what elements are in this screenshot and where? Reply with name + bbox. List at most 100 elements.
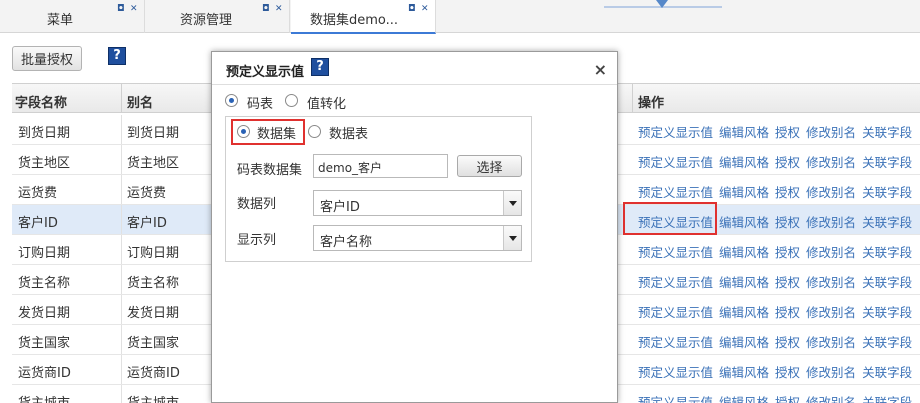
radio-data-table[interactable]	[308, 125, 321, 138]
related-field-link[interactable]: 关联字段	[862, 335, 912, 350]
tab-resource-management[interactable]: 资源管理 ◘ ✕	[145, 0, 290, 33]
edit-style-link[interactable]: 编辑风格	[719, 215, 769, 230]
edit-style-link[interactable]: 编辑风格	[719, 185, 769, 200]
authorize-link[interactable]: 授权	[775, 305, 800, 320]
rename-alias-link[interactable]: 修改别名	[806, 365, 856, 380]
radio-code-table-label: 码表	[247, 97, 274, 112]
related-field-link[interactable]: 关联字段	[862, 275, 912, 290]
data-column-value: 客户ID	[320, 200, 360, 215]
authorize-link[interactable]: 授权	[775, 155, 800, 170]
rename-alias-link[interactable]: 修改别名	[806, 215, 856, 230]
tab-bar: 菜单 ◘ ✕ 资源管理 ◘ ✕ 数据集demo... ◘ ✕	[0, 0, 920, 34]
code-dataset-field[interactable]: demo_客户	[313, 154, 448, 178]
cell-alias: 运货费	[127, 186, 167, 201]
header-field-name: 字段名称	[15, 96, 68, 111]
rename-alias-link[interactable]: 修改别名	[806, 275, 856, 290]
related-field-link[interactable]: 关联字段	[862, 245, 912, 260]
tab-resource-label: 资源管理	[180, 13, 233, 28]
cell-field: 运货费	[18, 186, 58, 201]
radio-value-convert[interactable]	[285, 94, 298, 107]
cell-alias: 运货商ID	[127, 366, 180, 381]
related-field-link[interactable]: 关联字段	[862, 365, 912, 380]
related-field-link[interactable]: 关联字段	[862, 155, 912, 170]
edit-style-link[interactable]: 编辑风格	[719, 125, 769, 140]
rename-alias-link[interactable]: 修改别名	[806, 125, 856, 140]
row-operations: 预定义显示值 编辑风格 授权 修改别名 关联字段	[638, 392, 918, 403]
rename-alias-link[interactable]: 修改别名	[806, 395, 856, 403]
header-operations: 操作	[638, 96, 665, 111]
authorize-link[interactable]: 授权	[775, 245, 800, 260]
edit-style-link[interactable]: 编辑风格	[719, 365, 769, 380]
predefined-display-link[interactable]: 预定义显示值	[638, 125, 713, 140]
column-divider	[121, 205, 122, 234]
predefined-display-link[interactable]: 预定义显示值	[638, 395, 713, 403]
edit-style-link[interactable]: 编辑风格	[719, 305, 769, 320]
tab-menu[interactable]: 菜单 ◘ ✕	[0, 0, 145, 33]
predefined-display-link[interactable]: 预定义显示值	[638, 185, 713, 200]
data-column-select[interactable]: 客户ID	[313, 190, 522, 216]
rename-alias-link[interactable]: 修改别名	[806, 155, 856, 170]
radio-dataset[interactable]	[237, 125, 250, 138]
chevron-down-icon[interactable]	[503, 226, 521, 250]
row-operations: 预定义显示值 编辑风格 授权 修改别名 关联字段	[638, 242, 918, 261]
related-field-link[interactable]: 关联字段	[862, 305, 912, 320]
related-field-link[interactable]: 关联字段	[862, 125, 912, 140]
row-operations: 预定义显示值 编辑风格 授权 修改别名 关联字段	[638, 182, 918, 201]
rename-alias-link[interactable]: 修改别名	[806, 245, 856, 260]
close-icon[interactable]: ×	[594, 60, 607, 79]
authorize-link[interactable]: 授权	[775, 185, 800, 200]
radio-dataset-label: 数据集	[257, 127, 297, 142]
authorize-link[interactable]: 授权	[775, 215, 800, 230]
cell-field: 运货商ID	[18, 366, 71, 381]
authorize-link[interactable]: 授权	[775, 125, 800, 140]
column-divider	[121, 84, 122, 113]
rename-alias-link[interactable]: 修改别名	[806, 185, 856, 200]
tab-dataset-demo[interactable]: 数据集demo... ◘ ✕	[291, 0, 436, 34]
chevron-down-icon[interactable]	[503, 191, 521, 215]
predefined-display-link[interactable]: 预定义显示值	[638, 335, 713, 350]
edit-style-link[interactable]: 编辑风格	[719, 275, 769, 290]
choose-button[interactable]: 选择	[457, 155, 522, 177]
edit-style-link[interactable]: 编辑风格	[719, 155, 769, 170]
authorize-link[interactable]: 授权	[775, 365, 800, 380]
help-icon[interactable]: ?	[108, 47, 126, 65]
predefined-display-link[interactable]: 预定义显示值	[638, 365, 713, 380]
authorize-link[interactable]: 授权	[775, 335, 800, 350]
collapse-toggle[interactable]	[604, 0, 722, 10]
chevron-down-icon	[656, 0, 668, 8]
close-icon[interactable]: ✕	[130, 4, 138, 14]
authorize-link[interactable]: 授权	[775, 275, 800, 290]
cell-field: 客户ID	[18, 216, 58, 231]
rename-alias-link[interactable]: 修改别名	[806, 305, 856, 320]
display-column-label: 显示列	[237, 233, 277, 248]
cell-alias: 货主国家	[127, 336, 180, 351]
predefined-display-link[interactable]: 预定义显示值	[638, 155, 713, 170]
edit-style-link[interactable]: 编辑风格	[719, 335, 769, 350]
display-column-select[interactable]: 客户名称	[313, 225, 522, 251]
restore-icon[interactable]: ◘	[262, 4, 270, 14]
column-divider	[632, 84, 633, 113]
rename-alias-link[interactable]: 修改别名	[806, 335, 856, 350]
column-divider	[121, 145, 122, 174]
close-icon[interactable]: ✕	[421, 4, 429, 14]
batch-authorize-button[interactable]: 批量授权	[12, 46, 82, 71]
predefined-display-link[interactable]: 预定义显示值	[638, 305, 713, 320]
restore-icon[interactable]: ◘	[408, 4, 416, 14]
cell-field: 货主名称	[18, 276, 71, 291]
edit-style-link[interactable]: 编辑风格	[719, 245, 769, 260]
row-operations: 预定义显示值 编辑风格 授权 修改别名 关联字段	[638, 272, 918, 291]
related-field-link[interactable]: 关联字段	[862, 185, 912, 200]
close-icon[interactable]: ✕	[275, 4, 283, 14]
column-divider	[121, 385, 122, 403]
predefined-display-link[interactable]: 预定义显示值	[638, 275, 713, 290]
authorize-link[interactable]: 授权	[775, 395, 800, 403]
related-field-link[interactable]: 关联字段	[862, 215, 912, 230]
cell-field: 订购日期	[18, 246, 71, 261]
radio-code-table[interactable]	[225, 94, 238, 107]
edit-style-link[interactable]: 编辑风格	[719, 395, 769, 403]
restore-icon[interactable]: ◘	[117, 4, 125, 14]
row-operations: 预定义显示值 编辑风格 授权 修改别名 关联字段	[638, 122, 918, 141]
help-icon[interactable]: ?	[311, 58, 329, 76]
predefined-display-link[interactable]: 预定义显示值	[638, 245, 713, 260]
related-field-link[interactable]: 关联字段	[862, 395, 912, 403]
